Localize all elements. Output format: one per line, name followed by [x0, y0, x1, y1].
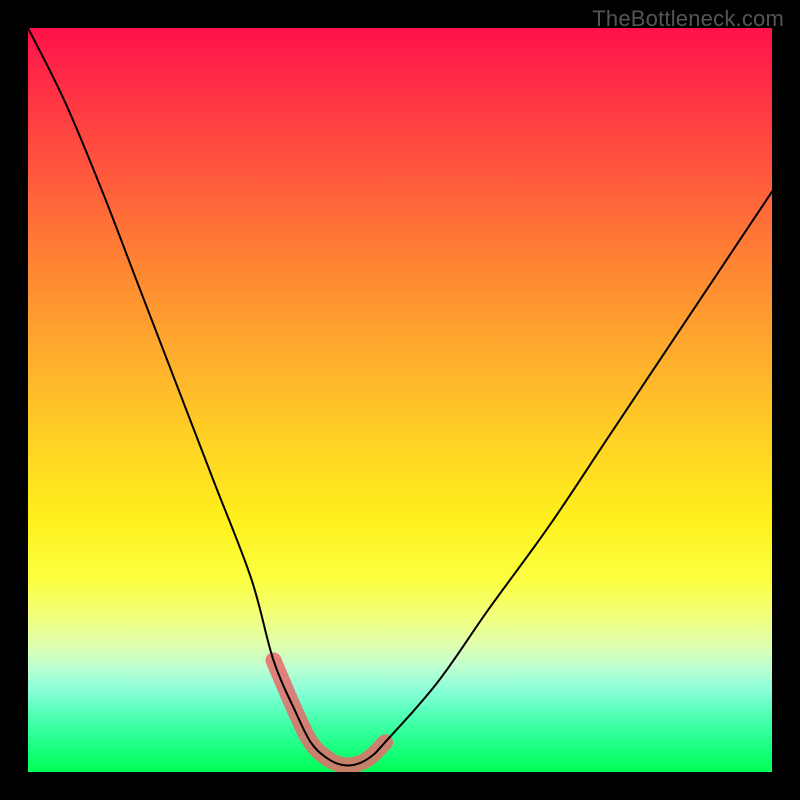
watermark-text: TheBottleneck.com	[592, 6, 784, 32]
chart-curve	[28, 28, 772, 766]
chart-trough-highlight	[274, 660, 386, 765]
chart-svg	[28, 28, 772, 772]
chart-plot-area	[28, 28, 772, 772]
